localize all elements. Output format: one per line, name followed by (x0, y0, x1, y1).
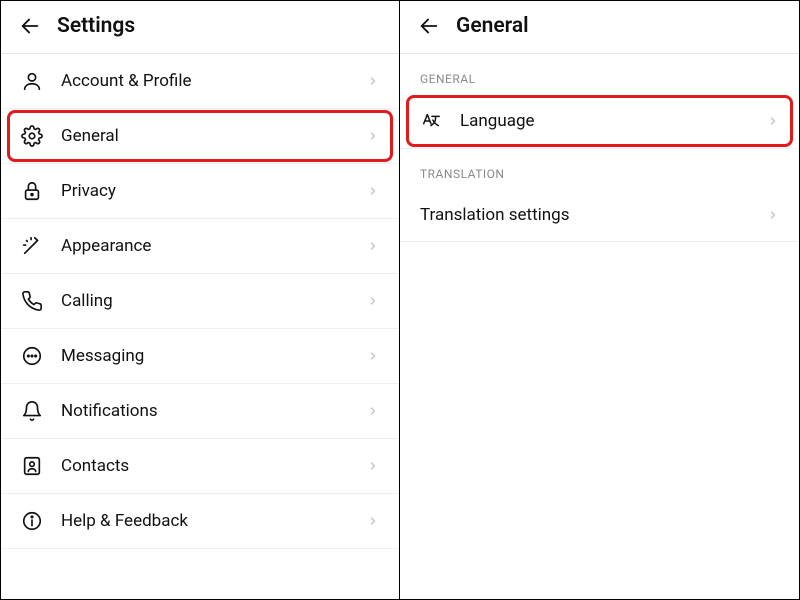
settings-item-label: Contacts (61, 456, 367, 476)
settings-item-label: General (61, 126, 367, 146)
chevron-right-icon (367, 350, 379, 362)
settings-header: Settings (1, 1, 399, 54)
general-header: General (400, 1, 799, 54)
general-item-label: Translation settings (420, 205, 767, 225)
back-arrow-icon (418, 15, 440, 37)
settings-title: Settings (57, 14, 135, 38)
gear-icon (21, 125, 43, 147)
contacts-icon (21, 455, 43, 477)
settings-item-notifications[interactable]: Notifications (1, 384, 399, 439)
general-title: General (456, 14, 529, 38)
settings-item-account-profile[interactable]: Account & Profile (1, 54, 399, 109)
settings-item-label: Privacy (61, 181, 367, 201)
chevron-right-icon (367, 515, 379, 527)
settings-item-contacts[interactable]: Contacts (1, 439, 399, 494)
back-button[interactable] (416, 13, 442, 39)
general-item-language[interactable]: Language (400, 94, 799, 149)
chevron-right-icon (367, 240, 379, 252)
settings-item-help-feedback[interactable]: Help & Feedback (1, 494, 399, 549)
settings-item-appearance[interactable]: Appearance (1, 219, 399, 274)
chevron-right-icon (367, 295, 379, 307)
settings-item-label: Account & Profile (61, 71, 367, 91)
chevron-right-icon (367, 185, 379, 197)
settings-panel: Settings Account & Profile General (1, 1, 400, 599)
chevron-right-icon (367, 130, 379, 142)
settings-item-label: Help & Feedback (61, 511, 367, 531)
person-icon (21, 70, 43, 92)
language-icon (420, 110, 442, 132)
chevron-right-icon (367, 75, 379, 87)
settings-item-label: Calling (61, 291, 367, 311)
chevron-right-icon (367, 460, 379, 472)
message-icon (21, 345, 43, 367)
settings-item-privacy[interactable]: Privacy (1, 164, 399, 219)
back-arrow-icon (19, 15, 41, 37)
general-item-label: Language (460, 111, 767, 131)
settings-item-messaging[interactable]: Messaging (1, 329, 399, 384)
settings-item-label: Notifications (61, 401, 367, 421)
lock-icon (21, 180, 43, 202)
section-label-translation: TRANSLATION (400, 149, 799, 189)
section-label-general: GENERAL (400, 54, 799, 94)
settings-item-calling[interactable]: Calling (1, 274, 399, 329)
general-panel: General GENERAL Language TRANSLATION Tra… (400, 1, 799, 599)
info-icon (21, 510, 43, 532)
bell-icon (21, 400, 43, 422)
phone-icon (21, 290, 43, 312)
chevron-right-icon (767, 209, 779, 221)
chevron-right-icon (367, 405, 379, 417)
wand-icon (21, 235, 43, 257)
settings-item-label: Appearance (61, 236, 367, 256)
back-button[interactable] (17, 13, 43, 39)
chevron-right-icon (767, 115, 779, 127)
settings-item-label: Messaging (61, 346, 367, 366)
general-item-translation-settings[interactable]: Translation settings (400, 189, 799, 242)
settings-item-general[interactable]: General (1, 109, 399, 164)
